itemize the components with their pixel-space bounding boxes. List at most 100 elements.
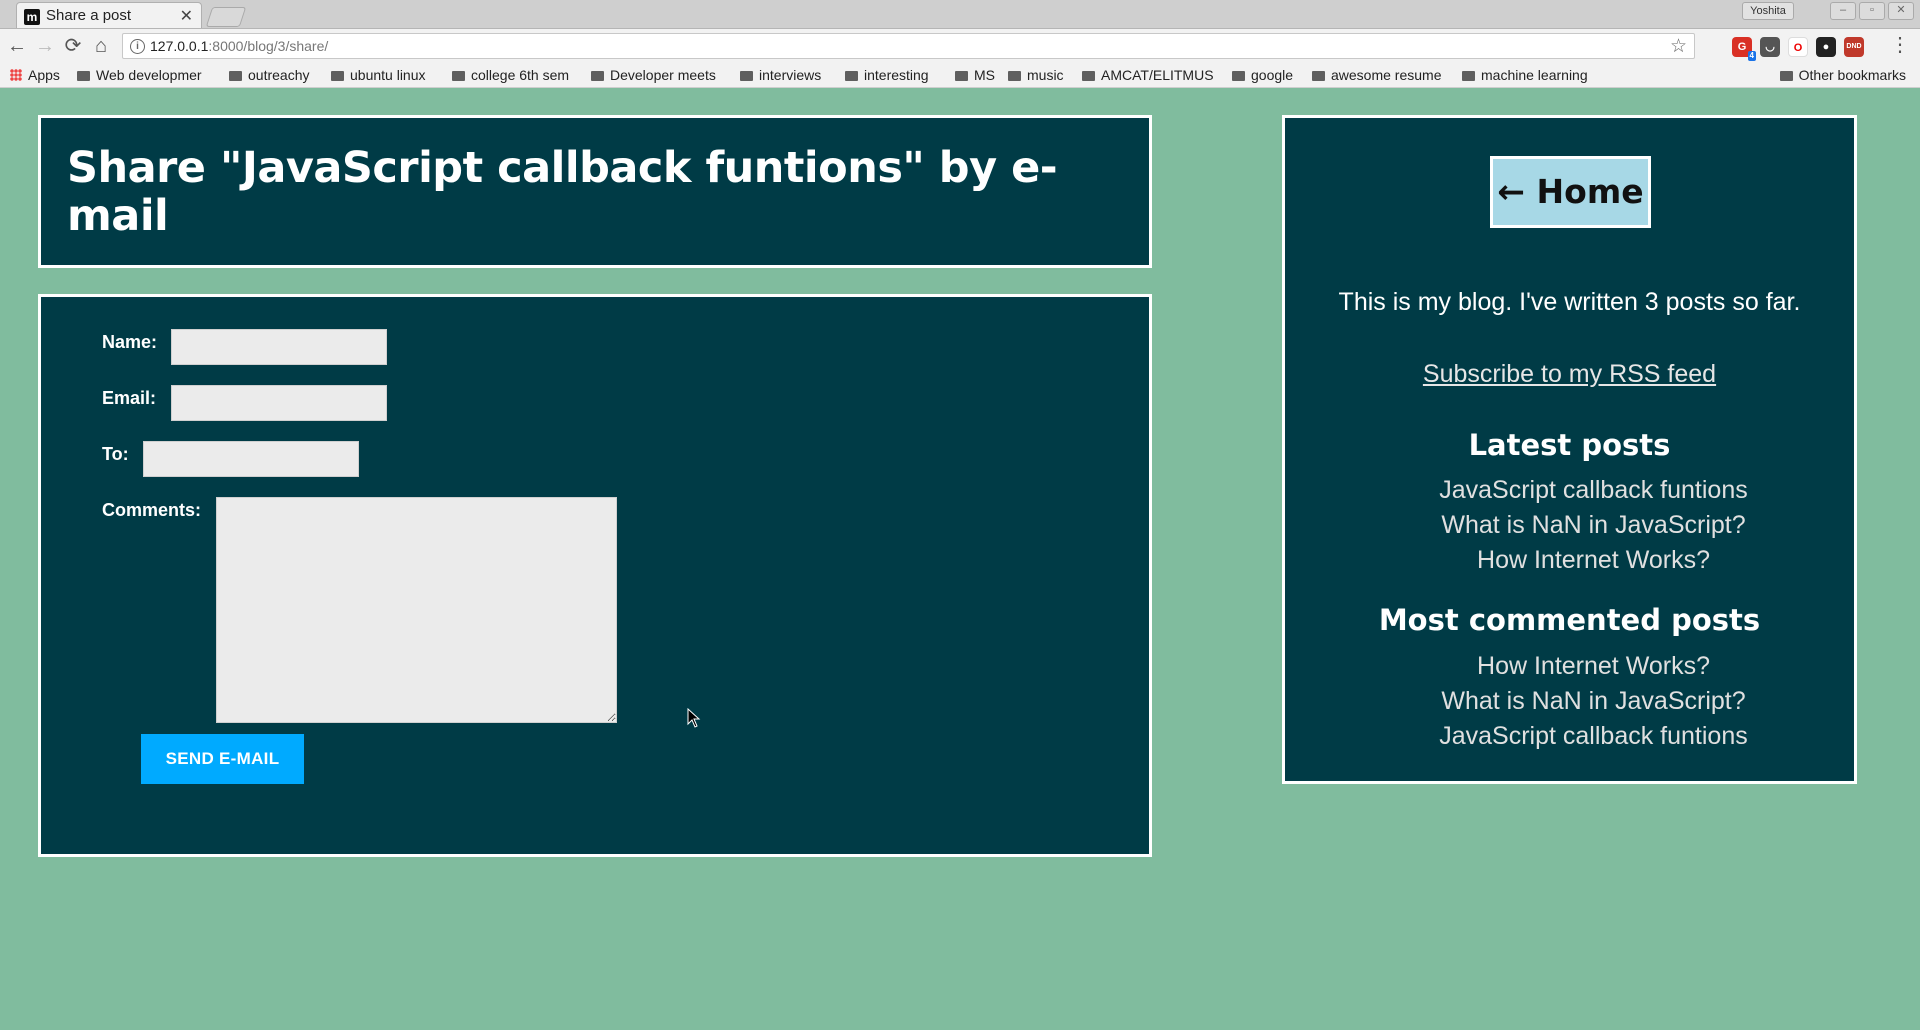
list-item: JavaScript callback funtions (1285, 719, 1854, 754)
mouse-cursor-icon (687, 708, 701, 728)
url-text[interactable]: 127.0.0.1:8000/blog/3/share/ (150, 38, 328, 54)
post-link[interactable]: What is NaN in JavaScript? (1285, 684, 1854, 719)
bookmark-label: AMCAT/ELITMUS (1101, 67, 1214, 83)
most-commented-heading: Most commented posts (1378, 603, 1761, 637)
folder-icon (1232, 71, 1245, 81)
bookmark-label: college 6th sem (471, 67, 570, 83)
folder-icon (955, 71, 968, 81)
bookmark-label: Web developmer (96, 67, 202, 83)
list-item: How Internet Works? (1285, 543, 1854, 578)
bookmark-folder[interactable]: music (1008, 67, 1064, 83)
reload-icon[interactable]: ⟳ (62, 35, 84, 57)
folder-icon (845, 71, 858, 81)
post-link[interactable]: How Internet Works? (1285, 649, 1854, 684)
most-commented-list: How Internet Works? What is NaN in JavaS… (1285, 649, 1854, 754)
forward-arrow-icon[interactable]: → (34, 35, 56, 57)
bookmark-folder[interactable]: machine learning (1462, 67, 1601, 83)
folder-icon (1312, 71, 1325, 81)
address-bar[interactable]: i 127.0.0.1:8000/blog/3/share/ ☆ (122, 33, 1695, 59)
folder-icon (452, 71, 465, 81)
folder-icon (740, 71, 753, 81)
extension-badge: 4 (1747, 51, 1756, 61)
bookmark-folder[interactable]: outreachy (229, 67, 309, 83)
bookmark-label: machine learning (1481, 67, 1588, 83)
blog-intro-text: This is my blog. I've written 3 posts so… (1338, 288, 1801, 316)
minimize-icon[interactable]: – (1830, 2, 1856, 20)
share-form: Name: Email: To: Comments: SEND E-MAIL (38, 294, 1152, 857)
page-title: Share "JavaScript callback funtions" by … (67, 143, 1058, 241)
site-favicon-icon: m (24, 9, 40, 25)
bookmark-label: MS (974, 67, 995, 83)
window-controls: – ▫ ✕ (1830, 2, 1914, 20)
tab-share-a-post[interactable]: m Share a post ✕ (16, 2, 202, 28)
folder-icon (77, 71, 90, 81)
title-panel: Share "JavaScript callback funtions" by … (38, 115, 1152, 268)
bookmark-folder[interactable]: AMCAT/ELITMUS (1082, 67, 1221, 83)
folder-icon (1082, 71, 1095, 81)
info-icon[interactable]: i (130, 39, 145, 54)
profile-button[interactable]: Yoshita (1742, 2, 1794, 20)
new-tab-button[interactable] (205, 7, 247, 27)
bookmark-apps[interactable]: Apps (10, 67, 60, 83)
maximize-icon[interactable]: ▫ (1859, 2, 1885, 20)
folder-icon (1008, 71, 1021, 81)
url-path: :8000/blog/3/share/ (208, 38, 329, 54)
gmail-dnd-icon[interactable]: DND (1844, 37, 1864, 57)
rss-feed-link[interactable]: Subscribe to my RSS feed (1285, 360, 1854, 389)
email-input[interactable] (171, 385, 387, 421)
name-input[interactable] (171, 329, 387, 365)
bookmark-folder[interactable]: Developer meets (591, 67, 716, 83)
home-button[interactable]: ← Home (1490, 156, 1651, 228)
bookmark-label: interviews (759, 67, 822, 83)
latest-posts-list: JavaScript callback funtions What is NaN… (1285, 473, 1854, 578)
browser-toolbar: ← → ⟳ ⌂ i 127.0.0.1:8000/blog/3/share/ ☆… (0, 29, 1920, 65)
other-bookmarks[interactable]: Other bookmarks (1779, 67, 1906, 83)
bookmark-folder[interactable]: ubuntu linux (331, 67, 426, 83)
bookmark-label: ubuntu linux (350, 67, 426, 83)
bookmark-folder[interactable]: awesome resume (1312, 67, 1443, 83)
pocket-icon[interactable]: ◡ (1760, 37, 1780, 57)
name-label: Name: (102, 332, 158, 352)
folder-icon (1462, 71, 1475, 81)
back-arrow-icon[interactable]: ← (6, 35, 28, 57)
email-label: Email: (102, 388, 157, 408)
sidebar: ← Home This is my blog. I've written 3 p… (1282, 115, 1857, 784)
extension-red-icon[interactable]: G4 (1732, 37, 1756, 61)
bookmark-folder[interactable]: college 6th sem (452, 67, 569, 83)
bookmark-folder[interactable]: Web developmer (77, 67, 202, 83)
list-item: JavaScript callback funtions (1285, 473, 1854, 508)
post-link[interactable]: What is NaN in JavaScript? (1285, 508, 1854, 543)
bookmark-label: Developer meets (610, 67, 716, 83)
folder-icon (1779, 71, 1793, 81)
comments-textarea[interactable] (216, 497, 617, 723)
list-item: How Internet Works? (1285, 649, 1854, 684)
bookmark-folder[interactable]: MS (955, 67, 995, 83)
github-icon[interactable]: ● (1816, 37, 1836, 57)
extension-icons: G4 ◡ O ● DND (1732, 37, 1864, 61)
folder-icon (591, 71, 604, 81)
bookmark-star-icon[interactable]: ☆ (1670, 35, 1687, 58)
post-link[interactable]: JavaScript callback funtions (1285, 719, 1854, 754)
folder-icon (331, 71, 344, 81)
post-link[interactable]: How Internet Works? (1285, 543, 1854, 578)
to-input[interactable] (143, 441, 359, 477)
opera-icon[interactable]: O (1788, 37, 1808, 57)
list-item: What is NaN in JavaScript? (1285, 684, 1854, 719)
tab-close-icon[interactable]: ✕ (180, 6, 193, 26)
bookmark-folder[interactable]: interviews (740, 67, 821, 83)
bookmark-folder[interactable]: google (1232, 67, 1293, 83)
bookmark-label: music (1027, 67, 1064, 83)
bookmark-label: Other bookmarks (1798, 67, 1906, 83)
bookmarks-bar: Apps Web developmer outreachy ubuntu lin… (0, 65, 1920, 88)
bookmark-folder[interactable]: interesting (845, 67, 929, 83)
bookmark-label: awesome resume (1331, 67, 1442, 83)
home-icon[interactable]: ⌂ (90, 35, 112, 57)
comments-label: Comments: (102, 500, 202, 520)
close-window-icon[interactable]: ✕ (1888, 2, 1914, 20)
bookmark-label: interesting (864, 67, 929, 83)
send-email-button[interactable]: SEND E-MAIL (141, 734, 304, 784)
menu-icon[interactable]: ⋮ (1890, 34, 1910, 56)
post-link[interactable]: JavaScript callback funtions (1285, 473, 1854, 508)
url-host: 127.0.0.1 (150, 38, 209, 54)
bookmark-label: Apps (28, 67, 60, 83)
